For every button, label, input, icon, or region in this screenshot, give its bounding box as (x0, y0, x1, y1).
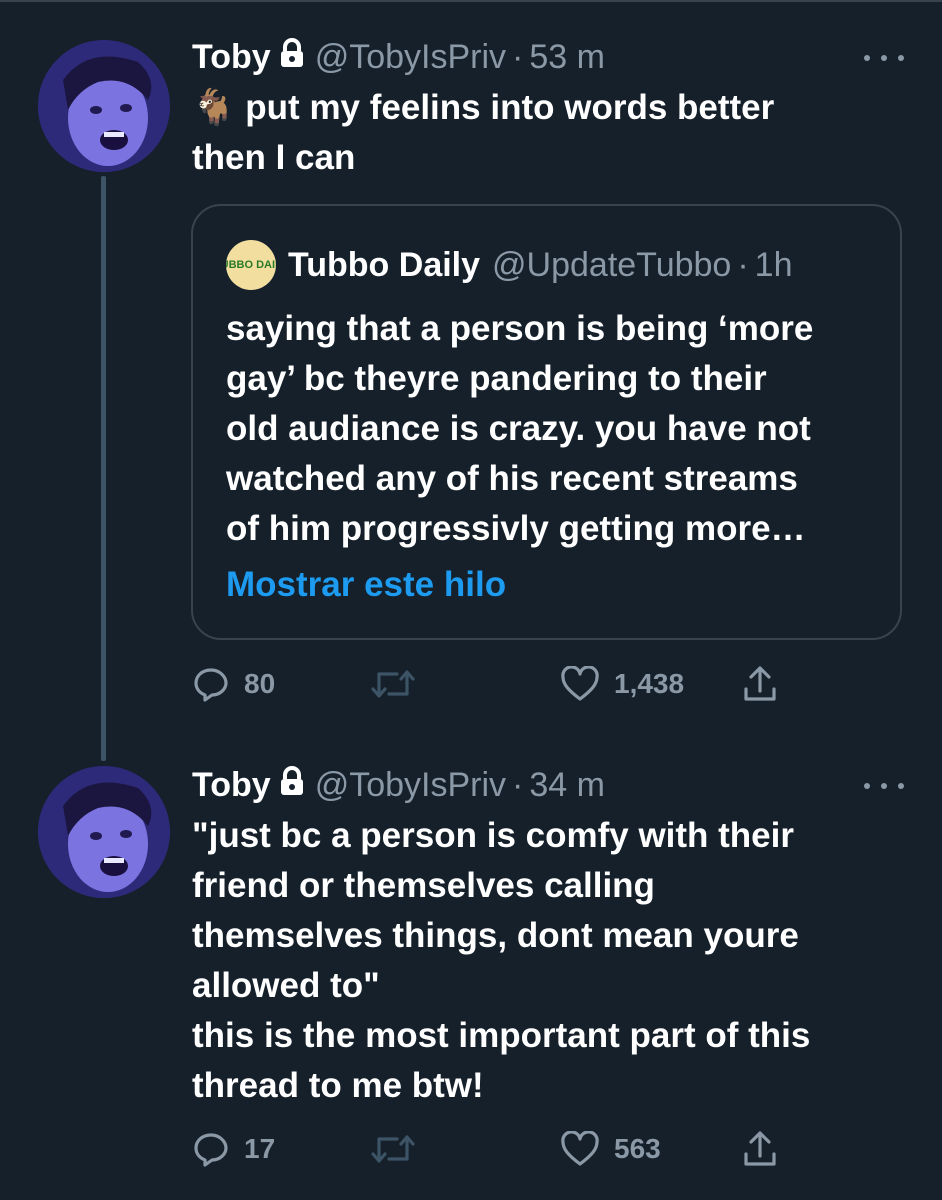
quoted-author-name: Tubbo Daily (288, 245, 481, 284)
tweet-text-line: themselves things, dont mean youre (192, 916, 799, 955)
retweet-button[interactable] (370, 1124, 430, 1174)
lock-icon (279, 765, 305, 805)
avatar[interactable] (38, 40, 170, 172)
quoted-tweet-text: saying that a person is being ‘more gay’… (226, 304, 886, 554)
avatar[interactable] (38, 766, 170, 898)
top-divider (0, 0, 942, 2)
tweet-header: Toby @TobyIsPriv · 34 m (192, 760, 605, 810)
quoted-author-handle: @UpdateTubbo (492, 245, 732, 284)
lock-icon (279, 37, 305, 77)
author-name[interactable]: Toby (192, 766, 271, 805)
like-icon (560, 1131, 600, 1167)
show-thread-link[interactable]: Mostrar este hilo (226, 560, 506, 610)
retweet-icon (370, 665, 416, 703)
tweet-text-line: thread to me btw! (192, 1066, 484, 1105)
tweet-text-line: friend or themselves calling (192, 866, 655, 905)
reply-count: 17 (244, 1133, 276, 1164)
reply-icon (192, 1130, 230, 1168)
tweet-text-line: allowed to" (192, 966, 380, 1005)
author-handle[interactable]: @TobyIsPriv (315, 766, 506, 805)
retweet-icon (370, 1130, 416, 1168)
like-button[interactable]: 563 (560, 1124, 661, 1174)
like-count: 563 (614, 1133, 661, 1164)
avatar-photo (38, 40, 170, 172)
quoted-avatar: TUBBO DAILY (226, 240, 276, 290)
quoted-text-line: old audiance is crazy. you have not (226, 409, 811, 448)
tweet-text-line: then I can (192, 138, 356, 177)
tweet-text: 🐐 put my feelins into words better then … (192, 83, 892, 183)
tweet-actions: 17 563 (192, 1124, 792, 1174)
quoted-avatar-logo: TUBBO DAILY (226, 258, 276, 271)
reply-icon (192, 665, 230, 703)
reply-button[interactable]: 80 (192, 659, 275, 709)
tweet-actions: 80 1,438 (192, 659, 792, 709)
author-name[interactable]: Toby (192, 38, 271, 77)
tweet-text: "just bc a person is comfy with their fr… (192, 811, 892, 1111)
reply-button[interactable]: 17 (192, 1124, 275, 1174)
quoted-tweet-header: TUBBO DAILY Tubbo Daily @UpdateTubbo · 1… (226, 240, 792, 290)
share-icon (742, 665, 778, 703)
author-handle[interactable]: @TobyIsPriv (315, 38, 506, 77)
thread-connector-line (101, 176, 106, 761)
quoted-text-line: saying that a person is being ‘more (226, 309, 814, 348)
share-icon (742, 1130, 778, 1168)
quoted-text-line: of him progressivly getting more… (226, 509, 806, 548)
separator: · (512, 37, 524, 76)
more-icon[interactable] (862, 48, 906, 68)
quoted-text-line: gay’ bc theyre pandering to their (226, 359, 767, 398)
tweet-header: Toby @TobyIsPriv · 53 m (192, 32, 605, 82)
tweet-text-line: 🐐 put my feelins into words better (192, 88, 775, 127)
quoted-text-line: watched any of his recent streams (226, 459, 798, 498)
share-button[interactable] (742, 659, 778, 709)
quoted-timestamp: 1h (754, 245, 793, 284)
avatar-photo (38, 766, 170, 898)
retweet-button[interactable] (370, 659, 430, 709)
like-icon (560, 666, 600, 702)
separator: · (737, 245, 749, 284)
timestamp[interactable]: 34 m (529, 766, 605, 805)
tweet-text-line: this is the most important part of this (192, 1016, 811, 1055)
share-button[interactable] (742, 1124, 778, 1174)
timestamp[interactable]: 53 m (529, 38, 605, 77)
more-icon[interactable] (862, 776, 906, 796)
reply-count: 80 (244, 668, 276, 699)
separator: · (512, 765, 524, 804)
tweet-text-line: "just bc a person is comfy with their (192, 816, 794, 855)
like-button[interactable]: 1,438 (560, 659, 684, 709)
quoted-tweet[interactable]: TUBBO DAILY Tubbo Daily @UpdateTubbo · 1… (191, 204, 902, 640)
like-count: 1,438 (614, 668, 685, 699)
